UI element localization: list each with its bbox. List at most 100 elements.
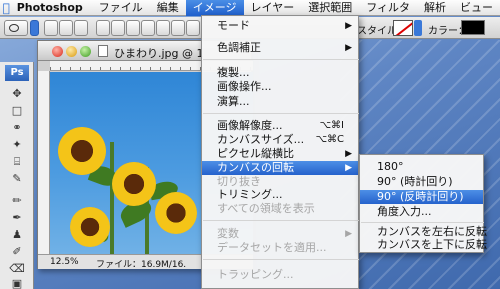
tool-preset-dropdown[interactable] (30, 20, 39, 36)
menu-item-label: すべての領域を表示 (217, 202, 315, 215)
menu-item-trap[interactable]: トラッピング... (202, 268, 358, 282)
move-tool-icon[interactable]: ✥ (7, 86, 27, 101)
minimize-button[interactable] (66, 46, 77, 57)
menu-layer[interactable]: レイヤー (244, 0, 302, 16)
zoom-button[interactable] (80, 46, 91, 57)
history-brush-tool-icon[interactable]: ✐ (7, 244, 27, 259)
menu-item-apply-data-set[interactable]: データセットを適用... (202, 241, 358, 255)
menu-item-label: 切り抜き (217, 175, 261, 188)
marquee-tool-icon[interactable]: □ (7, 103, 27, 118)
menu-item-label: 演算... (217, 95, 250, 108)
submenu-item-label: カンバスを上下に反転 (377, 238, 487, 251)
lasso-tool-icon[interactable]: ⚭ (7, 120, 27, 135)
document-icon (98, 45, 108, 57)
submenu-item-arbitrary[interactable]: 角度入力... (360, 205, 483, 219)
menu-item-label: 画像解像度... (217, 119, 283, 132)
menu-separator (203, 59, 359, 60)
image-menu: モード ▶ 色調補正 ▶ 複製... 画像操作... 演算... 画像解像度..… (201, 15, 359, 289)
ps-logo: Ps (5, 65, 29, 81)
menu-item-label: 色調補正 (217, 41, 261, 54)
submenu-arrow-icon: ▶ (345, 149, 352, 159)
file-size-info[interactable]: ファイル：16.9M/16. (96, 257, 186, 270)
clone-stamp-tool-icon[interactable]: ♟ (7, 227, 27, 242)
sunflower-head (58, 127, 106, 175)
shape-layers-button[interactable] (44, 20, 58, 36)
menu-item-variables[interactable]: 変数 ▶ (202, 227, 358, 241)
submenu-arrow-icon: ▶ (345, 229, 352, 239)
line-button[interactable] (186, 20, 200, 36)
menu-view[interactable]: ビュー (453, 0, 500, 16)
menu-separator (361, 222, 484, 223)
style-dropdown[interactable] (414, 20, 422, 36)
menu-item-duplicate[interactable]: 複製... (202, 66, 358, 80)
apple-icon[interactable]:  (0, 1, 13, 15)
menu-item-image-size[interactable]: 画像解像度... ⌥⌘I (202, 119, 358, 133)
menu-item-crop[interactable]: 切り抜き (202, 175, 358, 189)
sunflower-head (112, 162, 156, 206)
tool-preset-button[interactable] (4, 20, 28, 36)
pen-tool-button[interactable] (96, 20, 110, 36)
gradient-tool-icon[interactable]: ▣ (7, 276, 27, 289)
menu-item-reveal-all[interactable]: すべての領域を表示 (202, 202, 358, 216)
menu-item-canvas-size[interactable]: カンバスサイズ... ⌥⌘C (202, 133, 358, 147)
crop-tool-icon[interactable]: ⌸ (7, 154, 27, 169)
style-swatch[interactable] (393, 20, 413, 36)
magic-wand-tool-icon[interactable]: ✦ (7, 137, 27, 152)
submenu-item-label: 90° (時計回り) (377, 175, 453, 188)
menu-item-trim[interactable]: トリミング... (202, 188, 358, 202)
submenu-item-flip-vertical[interactable]: カンバスを上下に反転 (360, 238, 487, 252)
submenu-item-flip-horizontal[interactable]: カンバスを左右に反転 (360, 225, 487, 239)
slice-tool-icon[interactable]: ✎ (7, 171, 27, 186)
menu-analysis[interactable]: 解析 (417, 0, 453, 16)
rounded-rectangle-button[interactable] (141, 20, 155, 36)
close-button[interactable] (52, 46, 63, 57)
menu-item-apply-image[interactable]: 画像操作... (202, 80, 358, 94)
menu-item-pixel-aspect-ratio[interactable]: ピクセル縦横比 ▶ (202, 147, 358, 161)
polygon-button[interactable] (171, 20, 185, 36)
document-title: ひまわり.jpg @ 1 (114, 47, 204, 60)
submenu-item-rotate-90-cw[interactable]: 90° (時計回り) (360, 175, 483, 189)
brush-tool-icon[interactable]: ✒ (7, 210, 27, 225)
menu-edit[interactable]: 編集 (150, 0, 186, 16)
menu-file[interactable]: ファイル (92, 0, 150, 16)
app-menu[interactable]: Photoshop (13, 1, 92, 14)
menu-item-label: モード (217, 19, 250, 32)
healing-brush-tool-icon[interactable]: ✏ (7, 193, 27, 208)
menu-item-rotate-canvas[interactable]: カンバスの回転 ▶ (202, 161, 358, 175)
menu-item-label: トラッピング... (217, 268, 294, 281)
sunflower-head (155, 192, 197, 234)
rectangle-button[interactable] (126, 20, 140, 36)
menu-bar:  Photoshop ファイル 編集 イメージ レイヤー 選択範囲 フィルタ … (0, 0, 500, 16)
fill-pixels-button[interactable] (74, 20, 88, 36)
sunflower-head (70, 207, 110, 247)
sunflower-stem (110, 142, 114, 254)
menu-separator (203, 113, 359, 114)
submenu-item-label: 180° (377, 160, 404, 173)
submenu-item-rotate-90-ccw[interactable]: 90° (反時計回り) (360, 190, 483, 204)
freeform-pen-button[interactable] (111, 20, 125, 36)
menu-item-calculations[interactable]: 演算... (202, 95, 358, 109)
rotate-canvas-submenu: 180° 90° (時計回り) 90° (反時計回り) 角度入力... カンバス… (359, 154, 487, 253)
menu-select[interactable]: 選択範囲 (301, 0, 359, 16)
menu-item-label: トリミング... (217, 188, 283, 201)
ellipse-icon (9, 24, 19, 32)
paths-button[interactable] (59, 20, 73, 36)
menu-item-mode[interactable]: モード ▶ (202, 19, 358, 33)
tools-palette: Ps ✥ □ ⚭ ✦ ⌸ ✎ ✏ ✒ ♟ ✐ ⌫ ▣ (0, 62, 34, 289)
menu-shortcut: ⌥⌘C (315, 134, 344, 145)
submenu-item-label: 90° (反時計回り) (377, 190, 464, 203)
zoom-level[interactable]: 12.5% (50, 257, 79, 267)
submenu-arrow-icon: ▶ (345, 43, 352, 53)
menu-item-label: カンバスサイズ... (217, 133, 305, 146)
menu-image[interactable]: イメージ (185, 0, 244, 16)
menu-filter[interactable]: フィルタ (359, 0, 417, 16)
ellipse-shape-button[interactable] (156, 20, 170, 36)
submenu-item-rotate-180[interactable]: 180° (360, 160, 483, 174)
vertical-ruler[interactable] (38, 71, 50, 254)
submenu-item-label: カンバスを左右に反転 (377, 225, 487, 238)
color-swatch[interactable] (461, 20, 485, 35)
menu-item-adjustments[interactable]: 色調補正 ▶ (202, 41, 358, 55)
eraser-tool-icon[interactable]: ⌫ (7, 261, 27, 276)
menu-item-label: データセットを適用... (217, 241, 327, 254)
menu-item-label: 複製... (217, 66, 250, 79)
